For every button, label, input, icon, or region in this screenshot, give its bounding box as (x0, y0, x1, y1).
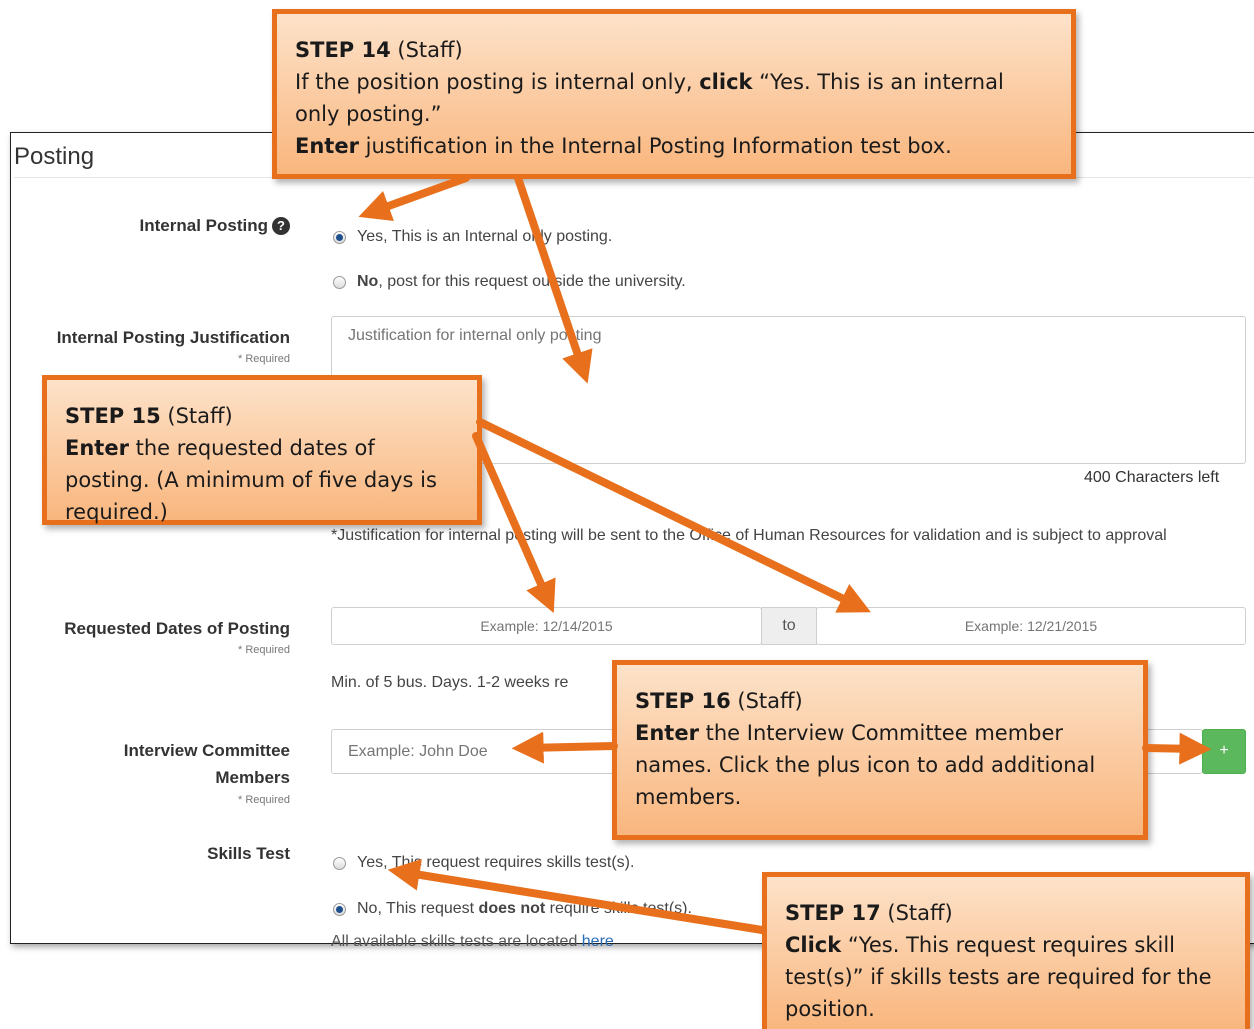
no-suffix-text: require skills test(s). (545, 900, 692, 917)
skills-test-no-label: No, This request does not require skills… (357, 900, 692, 918)
skills-footer: All available skills tests are located h… (331, 933, 614, 951)
step15-enter: Enter (65, 436, 129, 460)
no-rest-text: , post for this request outside the univ… (378, 273, 686, 290)
justification-label: Internal Posting Justification (56, 328, 290, 347)
callout-step-17: STEP 17 (Staff) Click “Yes. This request… (762, 872, 1250, 1029)
committee-required: * Required (238, 794, 290, 806)
committee-label-line1: Interview Committee (123, 741, 290, 760)
step17-role: (Staff) (880, 901, 953, 925)
skills-test-yes-radio[interactable] (333, 857, 346, 870)
justification-note: *Justification for internal posting will… (331, 527, 1167, 544)
skills-test-yes-label: Yes, This request requires skills test(s… (357, 854, 635, 871)
start-date-input[interactable] (331, 607, 762, 645)
step16-role: (Staff) (730, 689, 803, 713)
dates-required: * Required (238, 644, 290, 656)
callout-step-14: STEP 14 (Staff) If the position posting … (272, 9, 1076, 179)
step16-title: STEP 16 (635, 689, 731, 713)
does-not-bold-text: does not (478, 900, 546, 917)
step14-line1: If the position posting is internal only… (295, 70, 700, 94)
internal-posting-no-radio[interactable] (333, 276, 346, 289)
step17-click: Click (785, 933, 842, 957)
callout-step-15: STEP 15 (Staff) Enter the requested date… (42, 375, 482, 525)
no-bold-text: No (357, 273, 379, 290)
step16-enter: Enter (635, 721, 699, 745)
step15-role: (Staff) (160, 404, 233, 428)
step17-rest: “Yes. This request requires skill test(s… (785, 933, 1212, 1021)
callout-step-16: STEP 16 (Staff) Enter the Interview Comm… (612, 660, 1148, 840)
step14-click: click (699, 70, 753, 94)
date-range-separator: to (761, 607, 817, 645)
step15-title: STEP 15 (65, 404, 161, 428)
internal-posting-label: Internal Posting (139, 216, 268, 235)
internal-posting-yes-label: Yes, This is an Internal only posting. (357, 228, 613, 245)
step14-role: (Staff) (390, 38, 463, 62)
add-member-button[interactable]: + (1202, 729, 1246, 774)
internal-posting-yes-radio[interactable] (333, 231, 346, 244)
characters-left: 400 Characters left (1084, 469, 1220, 486)
step14-enter: Enter (295, 134, 359, 158)
skills-test-no-radio[interactable] (333, 903, 346, 916)
no-prefix-text: No, This request (357, 900, 479, 917)
skills-footer-text: All available skills tests are located (331, 933, 582, 950)
step14-title: STEP 14 (295, 38, 391, 62)
question-circle-icon[interactable]: ? (272, 217, 290, 235)
section-title: Posting (14, 143, 95, 170)
step14-line2-rest: justification in the Internal Posting In… (358, 134, 952, 158)
step16-rest: the Interview Committee member names. Cl… (635, 721, 1096, 809)
dates-label: Requested Dates of Posting (64, 619, 290, 638)
justification-required: * Required (238, 353, 290, 365)
committee-label-line2: Members (215, 768, 290, 787)
skills-tests-link[interactable]: here (582, 933, 614, 950)
dates-hint: Min. of 5 bus. Days. 1-2 weeks re (331, 674, 569, 691)
skills-test-label: Skills Test (207, 844, 290, 863)
step17-title: STEP 17 (785, 901, 881, 925)
end-date-input[interactable] (816, 607, 1246, 645)
internal-posting-no-label: No, post for this request outside the un… (357, 273, 686, 291)
